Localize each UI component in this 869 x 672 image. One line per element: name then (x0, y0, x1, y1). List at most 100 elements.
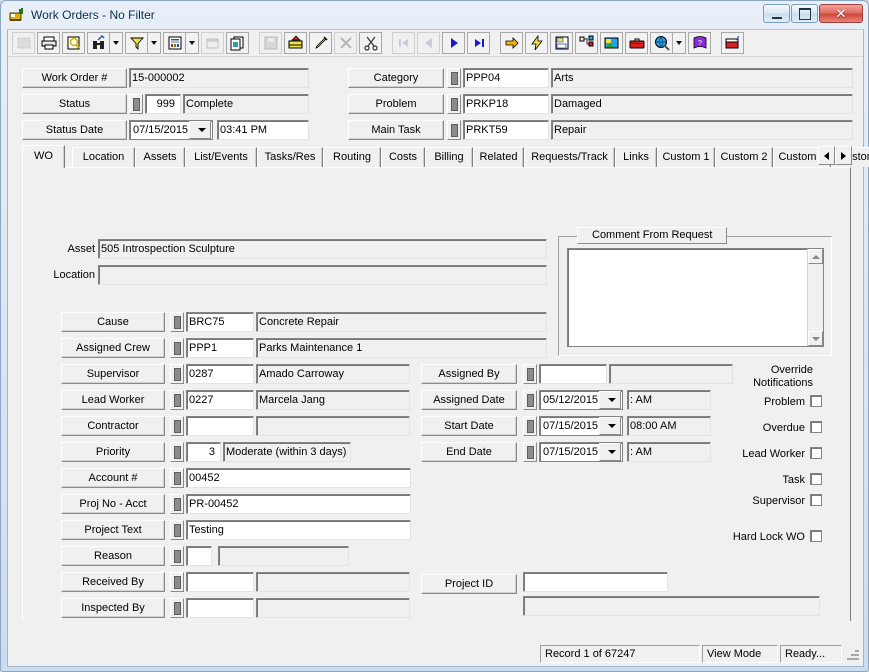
end-date-picker[interactable]: 07/15/2015 (539, 442, 623, 462)
main-task-lookup-button[interactable] (447, 120, 461, 140)
scroll-up-button[interactable] (808, 249, 823, 264)
cut-button[interactable] (359, 32, 382, 54)
tab-custom-1[interactable]: Custom 1 (657, 147, 715, 167)
status-date-label[interactable]: Status Date (22, 120, 127, 140)
print-button[interactable] (37, 32, 60, 54)
problem-label[interactable]: Problem (348, 94, 444, 114)
project-text-label[interactable]: Project Text (61, 520, 165, 540)
exit-button[interactable] (721, 32, 744, 54)
supervisor-lookup-button[interactable] (170, 364, 184, 384)
project-id-value[interactable] (523, 572, 668, 592)
tab-links[interactable]: Links (615, 147, 657, 167)
assigned-by-text[interactable] (609, 364, 733, 384)
project-id-description[interactable] (523, 596, 820, 616)
cause-text[interactable]: Concrete Repair (256, 312, 547, 332)
category-code[interactable]: PPP04 (463, 68, 549, 88)
resize-grip[interactable] (846, 647, 860, 661)
comment-from-request-textarea[interactable] (567, 248, 824, 347)
tab-location[interactable]: Location (72, 147, 135, 167)
status-date-dropdown-button[interactable] (189, 121, 211, 139)
project-id-label[interactable]: Project ID (421, 574, 517, 594)
priority-code[interactable]: 3 (186, 442, 221, 462)
tab-costs[interactable]: Costs (381, 147, 425, 167)
contractor-code[interactable] (186, 416, 254, 436)
assigned-crew-label[interactable]: Assigned Crew (61, 338, 165, 358)
project-text-lookup-button[interactable] (170, 520, 184, 540)
help-button[interactable]: ? (688, 32, 711, 54)
end-date-lookup-button[interactable] (523, 442, 537, 462)
assigned-date-picker[interactable]: 05/12/2015 (539, 390, 623, 410)
proj-no-acct-lookup-button[interactable] (170, 494, 184, 514)
save-button[interactable] (259, 32, 282, 54)
asset-value[interactable]: 505 Introspection Sculpture (98, 239, 547, 259)
start-date-lookup-button[interactable] (523, 416, 537, 436)
assigned-by-code[interactable] (539, 364, 607, 384)
status-text[interactable]: Complete (183, 94, 309, 114)
account-number-label[interactable]: Account # (61, 468, 165, 488)
status-time-value[interactable]: 03:41 PM (217, 120, 309, 140)
web-search-dropdown-button[interactable] (673, 32, 686, 54)
override-problem-checkbox[interactable] (810, 395, 822, 407)
supervisor-label[interactable]: Supervisor (61, 364, 165, 384)
lead-worker-lookup-button[interactable] (170, 390, 184, 410)
layout-button[interactable] (550, 32, 573, 54)
minimize-button[interactable] (763, 4, 790, 23)
work-order-value[interactable]: 15-000002 (129, 68, 309, 88)
report-dropdown-button[interactable] (186, 32, 199, 54)
received-by-label[interactable]: Received By (61, 572, 165, 592)
reason-label[interactable]: Reason (61, 546, 165, 566)
go-to-button[interactable] (500, 32, 523, 54)
comment-scrollbar[interactable] (807, 249, 823, 346)
contractor-lookup-button[interactable] (170, 416, 184, 436)
main-task-code[interactable]: PRKT59 (463, 120, 549, 140)
supervisor-code[interactable]: 0287 (186, 364, 254, 384)
project-text-value[interactable]: Testing (186, 520, 411, 540)
scroll-down-button[interactable] (808, 331, 823, 346)
main-task-text[interactable]: Repair (551, 120, 853, 140)
web-search-button[interactable] (650, 32, 673, 54)
find-dropdown-button[interactable] (110, 32, 123, 54)
inspected-by-text[interactable] (256, 598, 410, 618)
comment-value[interactable] (568, 249, 807, 346)
image-button[interactable] (600, 32, 623, 54)
new-record-button[interactable] (284, 32, 307, 54)
end-date-label[interactable]: End Date (421, 442, 517, 462)
inspected-by-label[interactable]: Inspected By (61, 598, 165, 618)
assigned-date-label[interactable]: Assigned Date (421, 390, 517, 410)
tree-view-button[interactable] (575, 32, 598, 54)
inspected-by-code[interactable] (186, 598, 254, 618)
status-label[interactable]: Status (22, 94, 127, 114)
start-date-picker[interactable]: 07/15/2015 (539, 416, 623, 436)
start-date-label[interactable]: Start Date (421, 416, 517, 436)
account-number-value[interactable]: 00452 (186, 468, 411, 488)
last-record-button[interactable] (467, 32, 490, 54)
previous-record-button[interactable] (417, 32, 440, 54)
close-button[interactable]: ✕ (819, 4, 863, 23)
delete-record-button[interactable] (334, 32, 357, 54)
tab-custom-2[interactable]: Custom 2 (715, 147, 773, 167)
tab-assets[interactable]: Assets (135, 147, 185, 167)
tab-billing[interactable]: Billing (425, 147, 473, 167)
end-date-dropdown-button[interactable] (599, 443, 621, 461)
inspected-by-lookup-button[interactable] (170, 598, 184, 618)
toolbox-button[interactable] (625, 32, 648, 54)
lead-worker-code[interactable]: 0227 (186, 390, 254, 410)
print-preview-button[interactable] (62, 32, 85, 54)
hard-lock-wo-checkbox[interactable] (810, 530, 822, 542)
assigned-crew-code[interactable]: PPP1 (186, 338, 254, 358)
supervisor-text[interactable]: Amado Carroway (256, 364, 410, 384)
cause-label[interactable]: Cause (61, 312, 165, 332)
tab-wo[interactable]: WO (22, 145, 65, 168)
cause-lookup-button[interactable] (170, 312, 184, 332)
title-bar[interactable]: Work Orders - No Filter ✕ (1, 1, 868, 28)
received-by-code[interactable] (186, 572, 254, 592)
reason-code[interactable] (186, 546, 212, 566)
tab-related[interactable]: Related (473, 147, 524, 167)
tab-requests-track[interactable]: Requests/Track (524, 147, 615, 167)
override-supervisor-checkbox[interactable] (810, 494, 822, 506)
lead-worker-label[interactable]: Lead Worker (61, 390, 165, 410)
filter-dropdown-button[interactable] (148, 32, 161, 54)
tab-tasks-res[interactable]: Tasks/Res (257, 147, 323, 167)
main-task-label[interactable]: Main Task (348, 120, 444, 140)
maximize-button[interactable] (791, 4, 818, 23)
